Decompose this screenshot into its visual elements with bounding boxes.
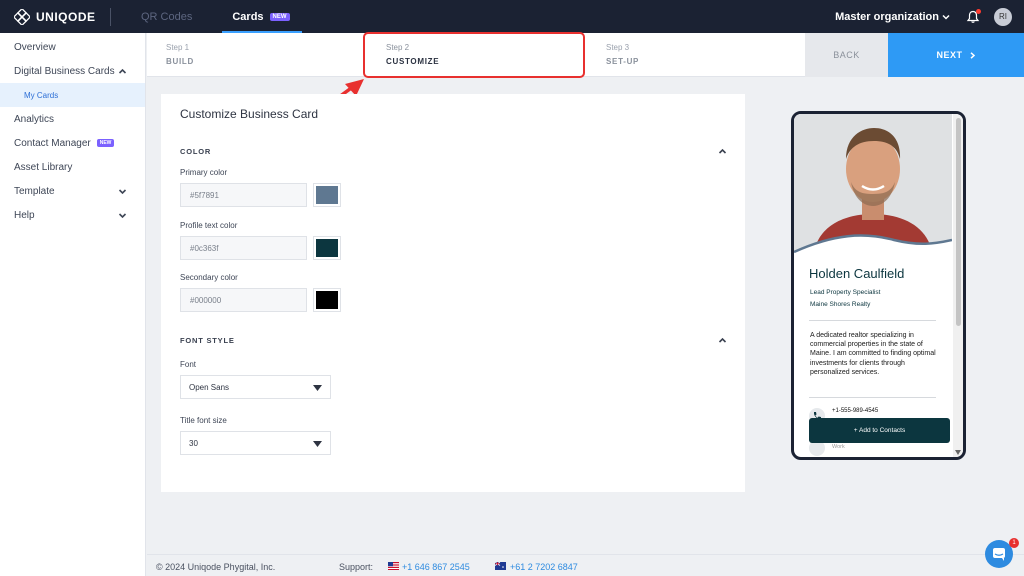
profile-text-color-input[interactable]: #0c363f	[180, 236, 307, 260]
brand-name: UNIQODE	[36, 9, 96, 24]
scroll-down-arrow-icon[interactable]	[955, 450, 961, 455]
chevron-down-icon	[942, 14, 950, 20]
nav-qr-codes-label: QR Codes	[141, 10, 193, 23]
title-font-size-value: 30	[189, 438, 198, 448]
font-select[interactable]: Open Sans	[180, 375, 331, 399]
customize-panel: Customize Business Card COLOR Primary co…	[161, 94, 745, 492]
back-button[interactable]: BACK	[805, 33, 888, 77]
card-divider	[809, 320, 936, 321]
secondary-color-input[interactable]: #000000	[180, 288, 307, 312]
brand-logo[interactable]: UNIQODE	[14, 8, 110, 25]
sidebar-item-label: Digital Business Cards	[14, 65, 115, 77]
profile-text-color-label: Profile text color	[180, 221, 238, 230]
chevron-down-icon	[118, 189, 127, 195]
sidebar-item-analytics[interactable]: Analytics	[0, 107, 145, 131]
chevron-right-icon	[969, 51, 975, 59]
card-preview-phone: Holden Caulfield Lead Property Specialis…	[791, 111, 966, 460]
top-right-controls: Master organization RI	[835, 7, 1012, 26]
panel-title: Customize Business Card	[180, 107, 319, 121]
card-name: Holden Caulfield	[809, 266, 905, 281]
uniqode-logo-icon	[14, 8, 30, 25]
nav-cards[interactable]: Cards NEW	[222, 0, 302, 33]
nav-qr-codes[interactable]: QR Codes	[141, 0, 192, 33]
secondary-color-swatch[interactable]	[313, 288, 341, 312]
card-role: Lead Property Specialist	[810, 289, 881, 296]
sidebar-item-digital-business-cards[interactable]: Digital Business Cards	[0, 59, 145, 83]
preview-scrollbar-thumb[interactable]	[956, 118, 961, 326]
sidebar-item-label: Overview	[14, 41, 56, 53]
step-number: Step 1	[166, 43, 190, 52]
nav-cards-label: Cards	[232, 10, 264, 23]
card-divider	[809, 397, 936, 398]
sidebar-item-label: Template	[14, 185, 55, 197]
step-name: BUILD	[166, 57, 194, 66]
sidebar-item-template[interactable]: Template	[0, 179, 145, 203]
step-name: SET-UP	[606, 57, 640, 66]
sidebar-item-overview[interactable]: Overview	[0, 35, 145, 59]
step-number: Step 3	[606, 43, 630, 52]
support-phone-us[interactable]: +1 646 867 2545	[402, 562, 470, 572]
notification-dot	[976, 8, 981, 14]
sidebar-item-my-cards[interactable]: My Cards	[0, 83, 145, 107]
sidebar-item-label: My Cards	[24, 90, 59, 100]
organization-switcher[interactable]: Master organization	[835, 11, 950, 23]
next-button[interactable]: NEXT	[888, 33, 1024, 77]
new-badge: NEW	[269, 12, 290, 21]
top-nav: QR Codes Cards NEW	[141, 0, 330, 33]
title-font-size-label: Title font size	[180, 416, 227, 425]
card-company: Maine Shores Realty	[810, 301, 871, 308]
next-button-label: NEXT	[936, 50, 963, 60]
au-flag-icon	[495, 562, 506, 570]
organization-name: Master organization	[835, 10, 939, 23]
add-to-contacts-button[interactable]: + Add to Contacts	[809, 418, 950, 443]
sidebar: Overview Digital Business Cards My Cards…	[0, 33, 146, 576]
notifications-bell-icon[interactable]	[966, 8, 981, 24]
title-font-size-select[interactable]: 30	[180, 431, 331, 455]
user-avatar[interactable]: RI	[994, 7, 1012, 26]
chevron-up-icon	[118, 68, 127, 74]
sidebar-item-asset-library[interactable]: Asset Library	[0, 155, 145, 179]
new-badge: NEW	[96, 139, 115, 147]
sidebar-item-label: Asset Library	[14, 161, 73, 173]
caret-down-icon	[313, 441, 322, 447]
support-label: Support:	[339, 562, 374, 572]
us-flag-icon	[388, 562, 399, 570]
font-select-value: Open Sans	[189, 382, 230, 392]
chevron-up-icon[interactable]	[718, 147, 727, 156]
primary-color-input[interactable]: #5f7891	[180, 183, 307, 207]
step-highlight-annotation	[363, 32, 585, 78]
chevron-up-icon[interactable]	[718, 336, 727, 345]
secondary-color-label: Secondary color	[180, 273, 238, 282]
sidebar-item-help[interactable]: Help	[0, 203, 145, 227]
sidebar-item-label: Analytics	[14, 113, 55, 125]
copyright-text: © 2024 Uniqode Phygital, Inc.	[156, 562, 276, 572]
sidebar-item-label: Help	[14, 209, 35, 221]
primary-color-label: Primary color	[180, 168, 228, 177]
preview-scrollbar[interactable]	[953, 114, 963, 457]
footer: © 2024 Uniqode Phygital, Inc. Support: +…	[147, 554, 1024, 576]
chevron-down-icon	[118, 213, 127, 219]
sidebar-item-label: Contact Manager	[14, 137, 91, 149]
step-build[interactable]: Step 1 BUILD	[166, 43, 194, 66]
card-phone[interactable]: +1-555-989-4545	[832, 408, 878, 414]
brand-divider	[110, 7, 111, 26]
header-wave-decoration	[794, 234, 952, 264]
chat-unread-badge: 1	[1009, 538, 1019, 548]
primary-color-swatch[interactable]	[313, 183, 341, 207]
card-bio: A dedicated realtor specializing in comm…	[810, 332, 936, 376]
profile-text-color-swatch[interactable]	[313, 236, 341, 260]
card-work-label: Work	[832, 444, 845, 450]
caret-down-icon	[313, 385, 322, 391]
support-phone-au[interactable]: +61 2 7202 6847	[510, 562, 578, 572]
color-section-heading: COLOR	[180, 147, 212, 156]
top-navigation-bar: UNIQODE QR Codes Cards NEW Master organi…	[0, 0, 1024, 33]
step-setup[interactable]: Step 3 SET-UP	[606, 43, 639, 66]
font-style-section-heading: FONT STYLE	[180, 336, 235, 345]
font-label: Font	[180, 360, 197, 369]
sidebar-item-contact-manager[interactable]: Contact Manager NEW	[0, 131, 145, 155]
